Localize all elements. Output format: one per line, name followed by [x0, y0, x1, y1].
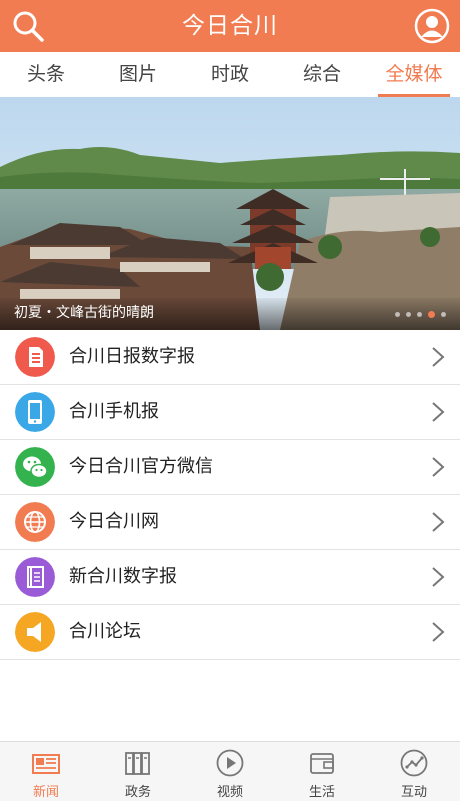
media-list: 合川日报数字报 合川手机报 今日合川官方微信 今日合川网 新合川数字报 合川论坛	[0, 330, 460, 660]
carousel-dot[interactable]	[417, 312, 422, 317]
category-tabs: 头条 图片 时政 综合 全媒体	[0, 52, 460, 97]
carousel-dot[interactable]	[395, 312, 400, 317]
wechat-icon	[15, 447, 55, 487]
tab-all-media[interactable]: 全媒体	[368, 52, 460, 97]
list-item-digital-paper[interactable]: 合川日报数字报	[0, 330, 460, 385]
bottom-nav-government[interactable]: 政务	[92, 742, 184, 801]
banner-image	[0, 97, 460, 330]
tab-headlines[interactable]: 头条	[0, 52, 92, 97]
globe-icon	[15, 502, 55, 542]
carousel-dot-active[interactable]	[428, 311, 435, 318]
bottom-nav: 新闻 政务 视频 生活 互动	[0, 741, 460, 801]
trend-icon	[400, 749, 428, 777]
books-icon	[125, 752, 150, 775]
news-icon	[32, 754, 60, 774]
list-item-label: 新合川数字报	[69, 566, 177, 587]
bottom-nav-video[interactable]: 视频	[184, 742, 276, 801]
chevron-right-icon	[432, 567, 445, 587]
chevron-right-icon	[432, 347, 445, 367]
chevron-right-icon	[432, 512, 445, 532]
user-icon[interactable]	[414, 8, 450, 44]
phone-icon	[15, 392, 55, 432]
list-item-label: 今日合川网	[69, 511, 159, 532]
book-icon	[15, 557, 55, 597]
tab-pictures[interactable]: 图片	[92, 52, 184, 97]
list-item-forum[interactable]: 合川论坛	[0, 605, 460, 660]
bottom-nav-news[interactable]: 新闻	[0, 742, 92, 801]
bottom-nav-label: 新闻	[32, 785, 59, 800]
megaphone-icon	[15, 612, 55, 652]
chevron-right-icon	[432, 457, 445, 477]
carousel-dot[interactable]	[406, 312, 411, 317]
tab-politics[interactable]: 时政	[184, 52, 276, 97]
bottom-nav-label: 生活	[308, 785, 335, 800]
app-header: 今日合川	[0, 0, 460, 52]
wallet-icon	[310, 753, 334, 774]
chevron-right-icon	[432, 402, 445, 422]
list-item-wechat[interactable]: 今日合川官方微信	[0, 440, 460, 495]
play-icon	[216, 749, 244, 777]
carousel-dots	[395, 311, 446, 318]
bottom-nav-label: 政务	[124, 785, 151, 800]
app-title: 今日合川	[182, 13, 278, 39]
banner-caption: 初夏・文峰古街的晴朗	[14, 305, 154, 321]
bottom-nav-life[interactable]: 生活	[276, 742, 368, 801]
chevron-right-icon	[432, 622, 445, 642]
list-item-label: 今日合川官方微信	[69, 456, 213, 477]
list-item-new-digital-paper[interactable]: 新合川数字报	[0, 550, 460, 605]
tab-general[interactable]: 综合	[276, 52, 368, 97]
list-item-label: 合川论坛	[69, 621, 141, 642]
carousel-dot[interactable]	[441, 312, 446, 317]
list-item-website[interactable]: 今日合川网	[0, 495, 460, 550]
list-item-mobile-paper[interactable]: 合川手机报	[0, 385, 460, 440]
newspaper-icon	[15, 337, 55, 377]
bottom-nav-label: 视频	[216, 785, 243, 800]
banner-carousel[interactable]: 初夏・文峰古街的晴朗	[0, 97, 460, 330]
list-item-label: 合川日报数字报	[69, 346, 195, 367]
list-item-label: 合川手机报	[69, 401, 159, 422]
bottom-nav-label: 互动	[400, 785, 427, 800]
bottom-nav-interact[interactable]: 互动	[368, 742, 460, 801]
